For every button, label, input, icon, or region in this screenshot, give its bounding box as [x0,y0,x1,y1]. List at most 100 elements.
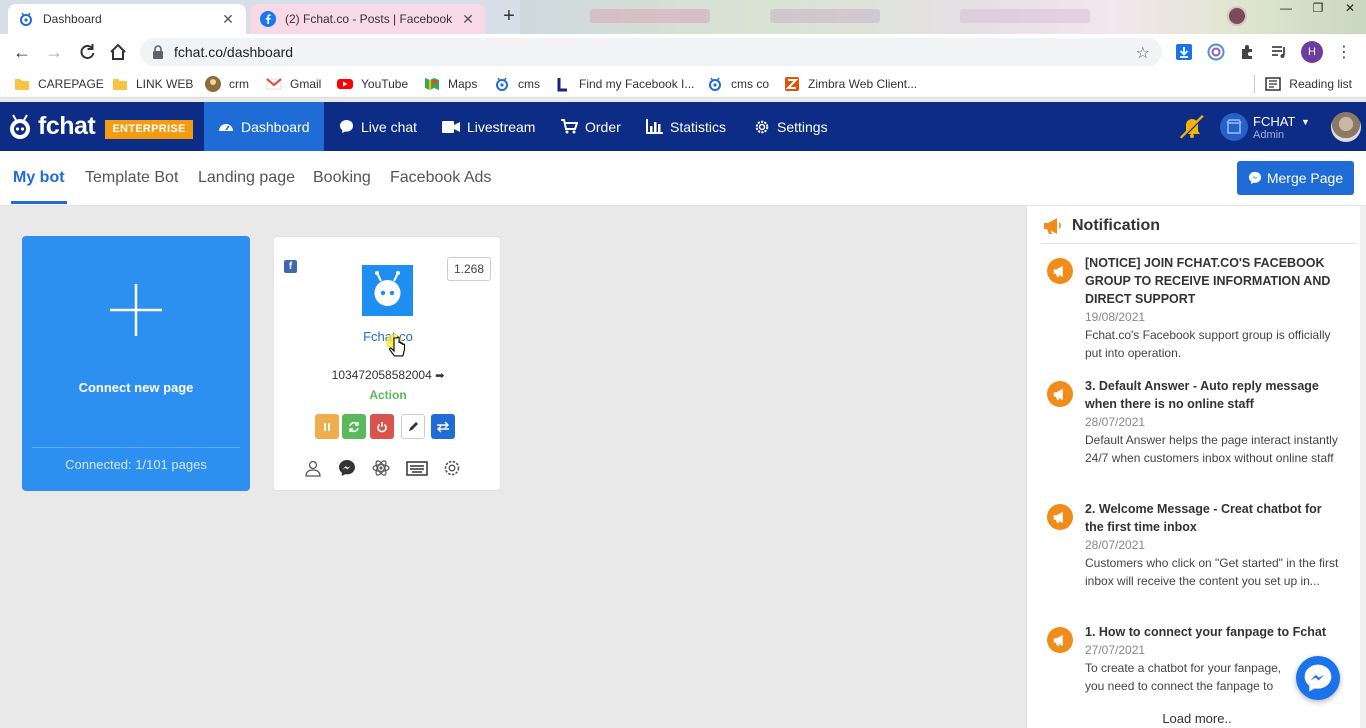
tab-dashboard[interactable]: Dashboard ✕ [8,4,246,34]
notification-item-title[interactable]: [NOTICE] JOIN FCHAT.CO'S FACEBOOK GROUP … [1085,254,1341,308]
home-icon[interactable] [108,42,128,62]
background-tab[interactable] [590,9,710,23]
exchange-icon [437,421,449,432]
robot-icon [374,271,401,306]
settings-gear-icon[interactable] [443,459,461,477]
subtab-my-bot[interactable]: My bot [13,169,65,187]
app-navbar: fchat ENTERPRISE Dashboard Live chat Liv… [0,102,1366,151]
background-tab[interactable] [960,9,1090,23]
load-more-link[interactable]: Load more.. [1027,711,1366,726]
bookmark-zimbra[interactable]: Zimbra Web Client... [784,75,917,93]
profile-avatar[interactable]: H [1301,41,1323,63]
puzzle-extensions-icon[interactable] [1239,43,1257,61]
scrollbar[interactable] [1360,206,1366,728]
edit-button[interactable] [401,414,425,439]
address-bar[interactable]: fchat.co/dashboard ☆ [140,38,1162,66]
bookmark-find-facebook[interactable]: Find my Facebook I... [555,75,694,93]
merge-page-label: Merge Page [1266,170,1344,186]
notification-item-title[interactable]: 3. Default Answer - Auto reply message w… [1085,377,1341,413]
notification-item-date: 28/07/2021 [1085,415,1146,429]
close-window-icon[interactable]: ✕ [1334,0,1366,18]
sign-out-icon[interactable]: ➡ [435,370,444,382]
bot-avatar[interactable] [362,265,413,316]
menu-settings[interactable]: Settings [740,102,842,151]
window-controls: — ❐ ✕ [1270,0,1366,18]
subtab-template-bot[interactable]: Template Bot [85,169,178,187]
fchat-robot-logo-icon [10,113,30,139]
video-icon [442,120,460,133]
menu-label: Livestream [467,118,536,135]
store-icon [1226,119,1242,134]
megaphone-icon [1047,258,1073,284]
subtab-facebook-ads[interactable]: Facebook Ads [390,169,491,187]
back-icon[interactable]: ← [12,42,32,62]
connect-new-page-label: Connect new page [78,380,194,395]
notification-title: Notification [1072,217,1160,234]
messenger-chat-button[interactable] [1296,656,1340,700]
new-tab-button[interactable]: + [496,6,522,28]
minimize-icon[interactable]: — [1270,0,1302,18]
connected-count: Connected: 1/101 pages [65,457,207,472]
connect-new-page-card[interactable]: Connect new page Connected: 1/101 pages [22,236,250,491]
menu-order[interactable]: Order [547,102,635,151]
maximize-icon[interactable]: ❐ [1302,0,1334,18]
subtab-booking[interactable]: Booking [313,169,371,187]
menu-livestream[interactable]: Livestream [428,102,549,151]
bookmark-cms-co[interactable]: cms co [707,75,769,93]
bookmark-link-web[interactable]: LINK WEB [112,75,193,93]
subtab-landing-page[interactable]: Landing page [198,169,295,187]
fchat-logo[interactable]: fchat [6,112,96,141]
messenger-icon[interactable] [338,459,356,477]
user-icon[interactable] [304,459,322,477]
notification-item-date: 19/08/2021 [1085,310,1146,324]
page-avatar[interactable] [1220,113,1248,141]
bookmark-cms[interactable]: cms [494,75,540,93]
notification-off-icon[interactable] [1178,114,1206,140]
profile-icon[interactable] [1227,6,1247,26]
messenger-icon [1248,171,1261,185]
browser-tab-strip: Dashboard ✕ (2) Fchat.co - Posts | Faceb… [0,0,1366,34]
notification-item-title[interactable]: 1. How to connect your fanpage to Fchat [1085,623,1341,641]
user-avatar[interactable] [1331,112,1361,142]
bookmark-star-icon[interactable]: ☆ [1136,43,1150,63]
caret-down-icon[interactable]: ▼ [1301,117,1310,127]
menu-statistics[interactable]: Statistics [632,102,740,151]
power-button[interactable] [370,414,394,439]
bookmark-maps[interactable]: Maps [424,75,477,93]
bookmark-crm[interactable]: crm [205,75,249,93]
notification-item-title[interactable]: 2. Welcome Message - Creat chatbot for t… [1085,500,1341,536]
menu-live-chat[interactable]: Live chat [325,102,431,151]
account-name[interactable]: FCHAT [1253,114,1295,129]
bookmark-youtube[interactable]: YouTube [337,75,408,93]
folder-icon [15,79,29,90]
browser-menu-icon[interactable]: ⋮ [1336,42,1352,62]
url-text[interactable]: fchat.co/dashboard [174,44,293,60]
reload-icon[interactable] [77,42,97,62]
fchat-icon [496,77,508,91]
sync-extension-icon[interactable] [1207,43,1225,61]
media-control-icon[interactable] [1270,43,1288,61]
atom-icon[interactable] [372,459,390,477]
background-tab[interactable] [770,9,880,23]
reading-list-button[interactable]: Reading list [1254,75,1352,93]
bookmark-gmail[interactable]: Gmail [266,75,321,93]
download-extension-icon[interactable] [1175,43,1193,61]
keyboard-icon[interactable] [406,459,428,477]
facebook-mini-icon: f [284,260,297,273]
close-tab-icon[interactable]: ✕ [460,11,476,27]
menu-label: Live chat [361,118,418,135]
menu-label: Order [585,118,621,135]
forward-icon[interactable]: → [44,42,64,62]
bookmark-label: Gmail [290,77,322,91]
cart-icon [561,119,578,134]
sync-button[interactable] [342,414,366,439]
tab-facebook[interactable]: (2) Fchat.co - Posts | Facebook ✕ [250,4,486,34]
pause-icon [324,422,330,431]
transfer-button[interactable] [431,414,455,439]
bookmark-label: Find my Facebook I... [579,77,695,91]
bookmark-carepage[interactable]: CAREPAGE [14,75,104,93]
close-tab-icon[interactable]: ✕ [220,11,236,27]
pause-button[interactable] [315,414,339,439]
merge-page-button[interactable]: Merge Page [1237,161,1354,195]
menu-dashboard[interactable]: Dashboard [204,102,324,151]
